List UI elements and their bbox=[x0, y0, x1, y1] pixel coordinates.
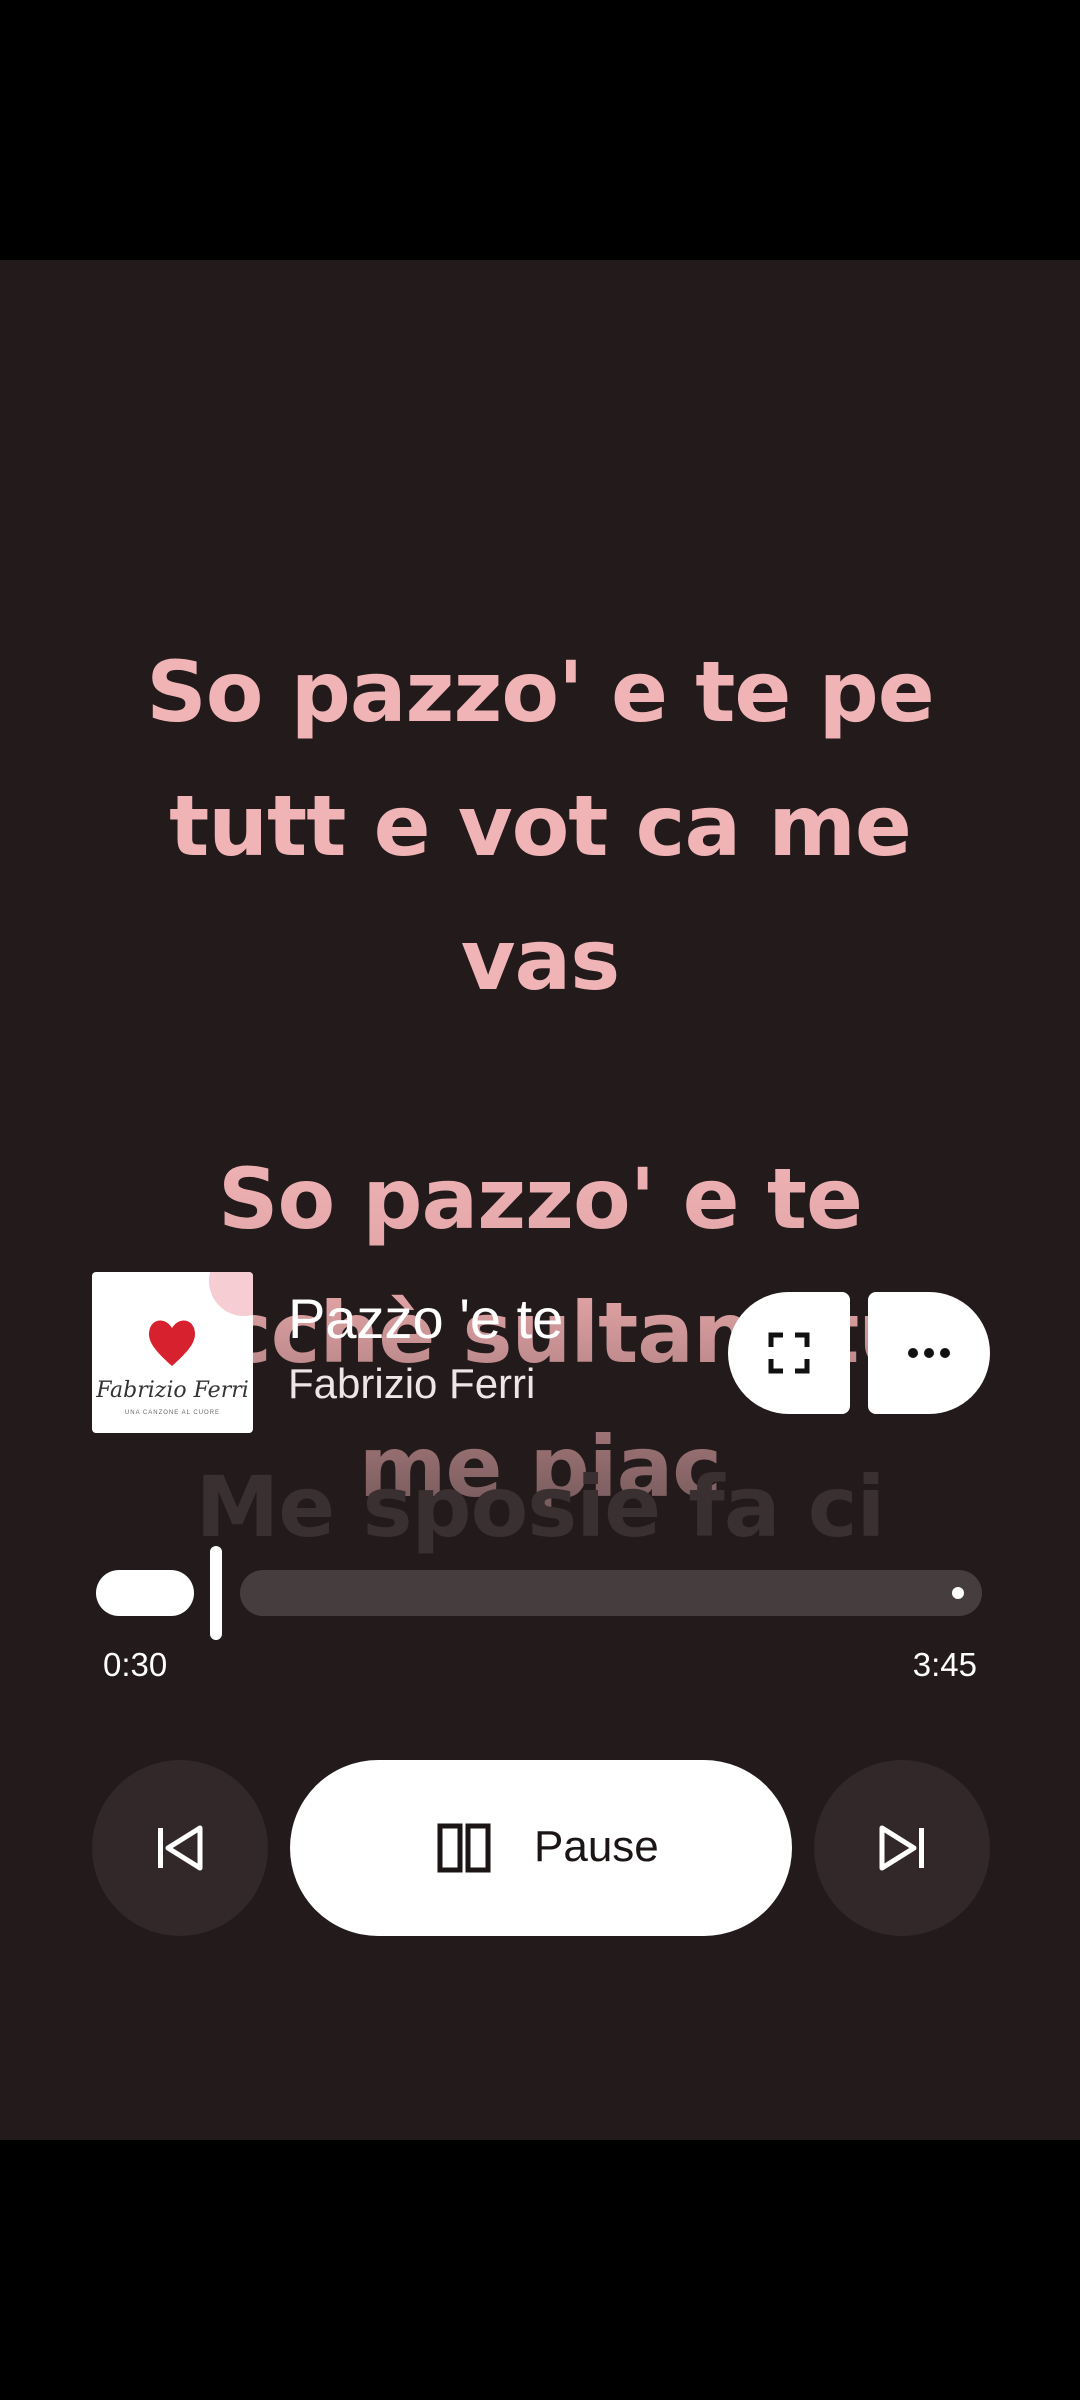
skip-next-icon bbox=[879, 1825, 924, 1871]
lyric-line: So pazzo' e te pe bbox=[146, 643, 934, 741]
album-art-decoration bbox=[209, 1272, 253, 1316]
lyric-upcoming-fragment: Me sposie fa ci bbox=[195, 1458, 886, 1556]
progress-handle[interactable] bbox=[210, 1546, 222, 1640]
pause-icon bbox=[437, 1823, 491, 1873]
pause-label: Pause bbox=[534, 1822, 659, 1871]
heart-icon bbox=[148, 1320, 196, 1366]
progress-played bbox=[96, 1570, 194, 1616]
album-art-signature: Fabrizio Ferri bbox=[96, 1378, 249, 1403]
more-icon bbox=[908, 1348, 950, 1358]
time-elapsed: 0:30 bbox=[103, 1646, 168, 1683]
skip-next-button[interactable] bbox=[814, 1760, 990, 1936]
track-title[interactable]: Pazzo 'e te bbox=[288, 1286, 563, 1351]
track-artist[interactable]: Fabrizio Ferri bbox=[288, 1360, 535, 1408]
lyric-previous-fragment: vit bbox=[0, 260, 1080, 274]
album-art-fine-print: UNA CANZONE AL CUORE bbox=[124, 1410, 221, 1416]
lyric-current-block: So pazzo' e te pe tutt e vot ca me vas bbox=[0, 625, 1080, 1027]
skip-previous-icon bbox=[158, 1825, 203, 1871]
lyric-line: tutt e vot ca me bbox=[169, 777, 912, 875]
skip-previous-button[interactable] bbox=[92, 1760, 268, 1936]
lyric-line: vas bbox=[460, 911, 620, 1009]
progress-end-dot bbox=[952, 1587, 964, 1599]
fullscreen-icon bbox=[768, 1332, 810, 1374]
album-art[interactable]: Fabrizio Ferri UNA CANZONE AL CUORE bbox=[92, 1272, 253, 1433]
time-total: 3:45 bbox=[912, 1646, 977, 1683]
more-options-button[interactable] bbox=[868, 1292, 990, 1414]
fullscreen-button[interactable] bbox=[728, 1292, 850, 1414]
lyric-line: So pazzo' e te bbox=[217, 1150, 863, 1248]
progress-track[interactable] bbox=[240, 1570, 982, 1616]
pause-button[interactable]: Pause bbox=[290, 1760, 792, 1936]
